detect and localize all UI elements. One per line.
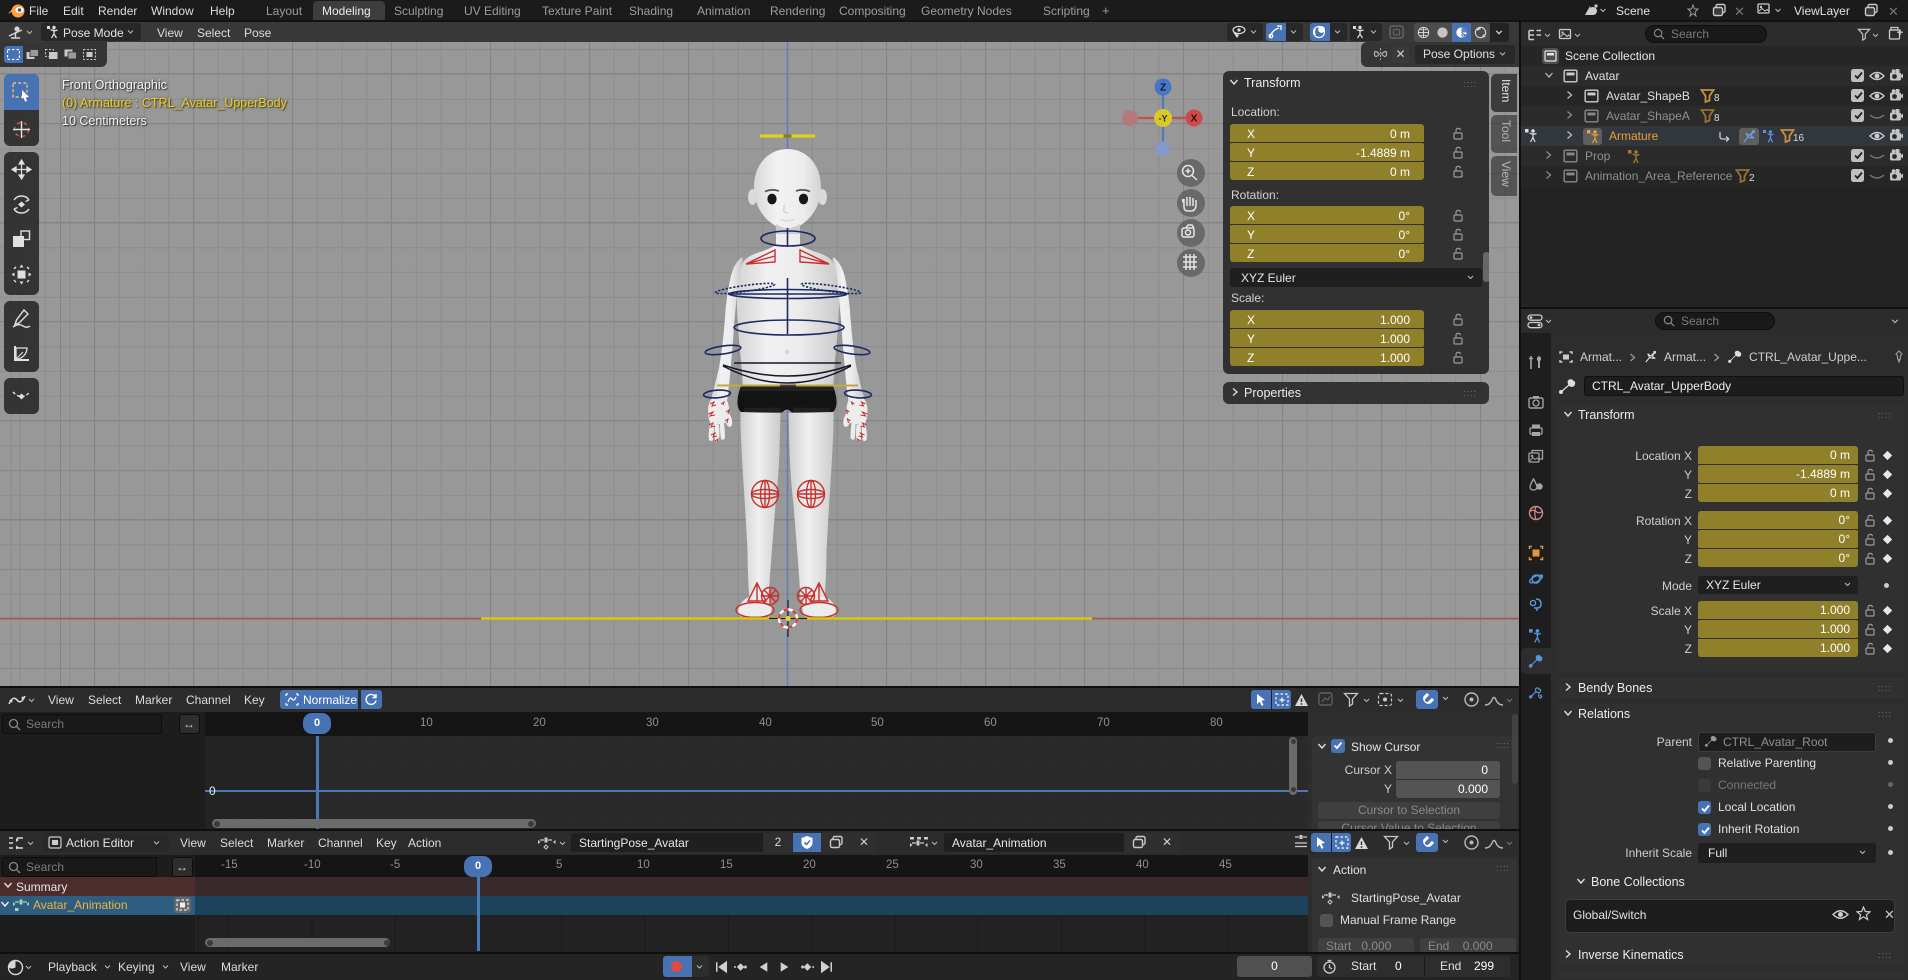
- svg-text:X: X: [1191, 114, 1198, 125]
- svg-text:-Y: -Y: [1159, 114, 1168, 124]
- svg-text:Z: Z: [1160, 83, 1166, 94]
